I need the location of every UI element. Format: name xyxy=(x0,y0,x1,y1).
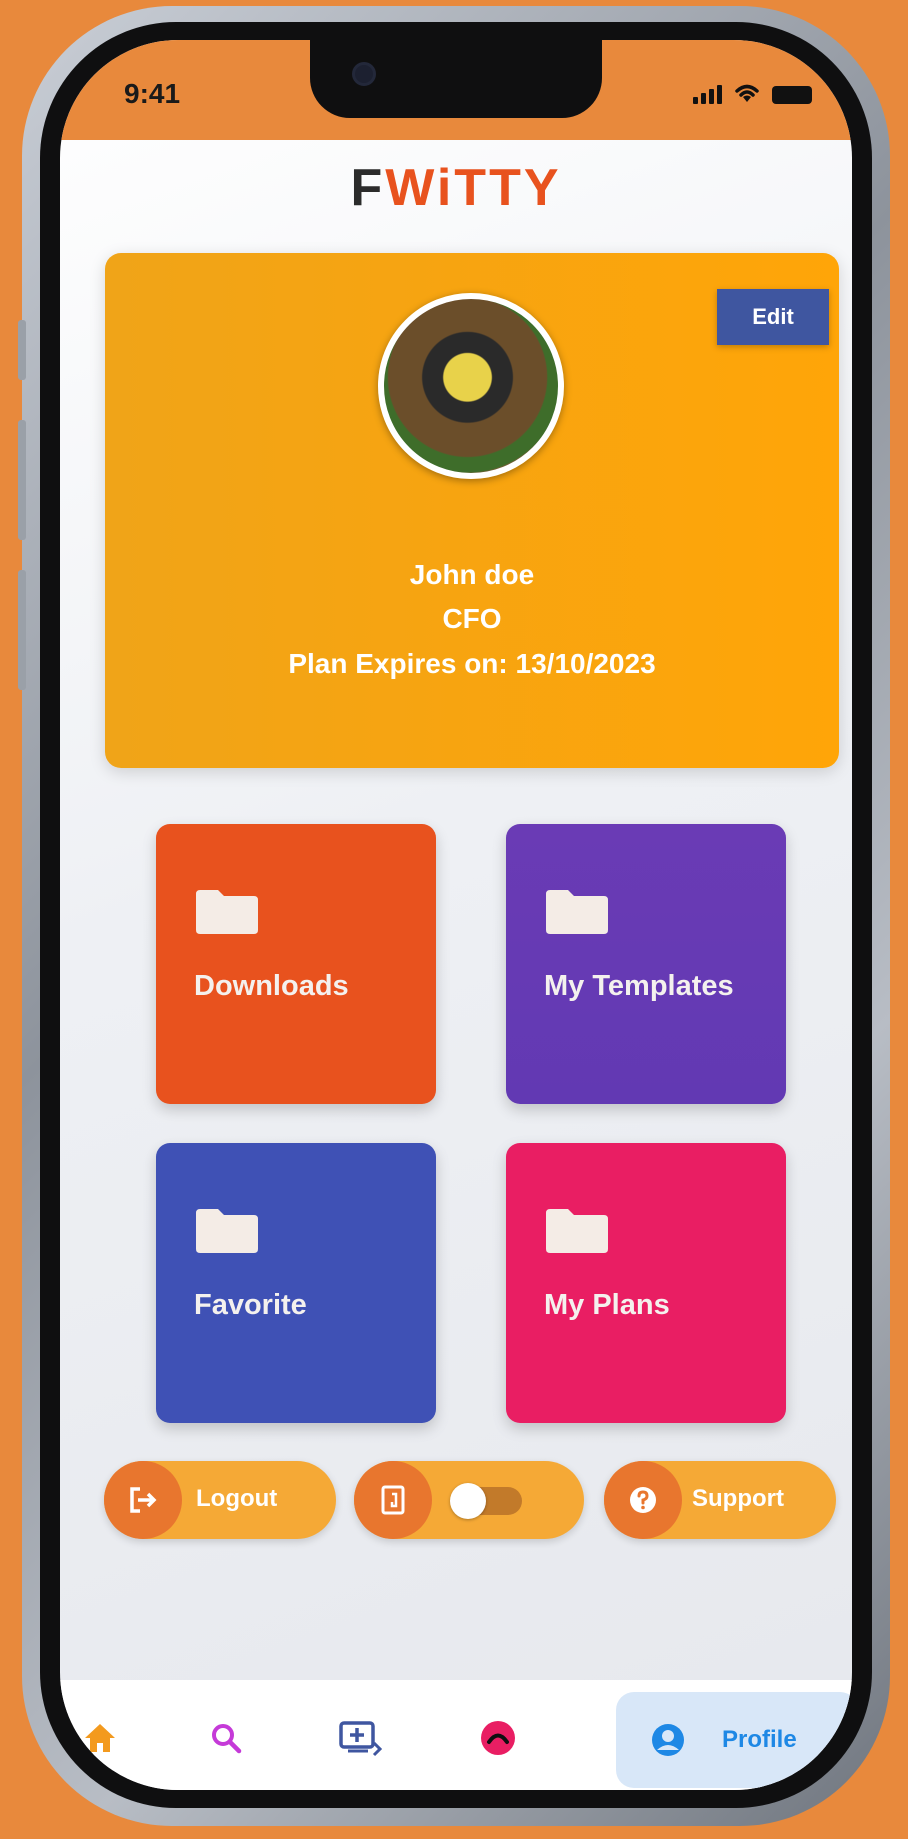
phone-mode-icon xyxy=(381,1485,405,1515)
volume-up-button xyxy=(18,420,26,540)
toggle-knob xyxy=(450,1483,486,1519)
logout-button[interactable]: Logout xyxy=(104,1461,336,1539)
profile-icon xyxy=(652,1724,684,1756)
nav-profile[interactable]: Profile xyxy=(616,1692,852,1788)
tile-label: My Plans xyxy=(544,1289,670,1321)
profile-card: Edit John doe CFO Plan Expires on: 13/10… xyxy=(105,253,839,768)
tile-label: Downloads xyxy=(194,970,349,1002)
nav-home[interactable] xyxy=(70,1708,130,1768)
nav-plans[interactable] xyxy=(468,1708,528,1768)
support-button[interactable]: Support xyxy=(604,1461,836,1539)
folder-icon xyxy=(546,1209,608,1253)
tile-label: My Templates xyxy=(544,970,734,1002)
status-time: 9:41 xyxy=(124,78,181,109)
folder-icon xyxy=(546,890,608,934)
status-icons xyxy=(693,82,812,104)
theme-toggle-switch[interactable] xyxy=(450,1483,522,1519)
tile-my-plans[interactable]: My Plans xyxy=(506,1143,786,1423)
bottom-nav: Profile xyxy=(60,1680,852,1790)
support-icon-circle xyxy=(604,1461,682,1539)
screen: 9:41 FWiTTY Edit John doe CFO Plan Expir… xyxy=(60,40,852,1790)
notch xyxy=(310,40,602,118)
signal-icon xyxy=(693,85,722,104)
profile-name: John doe xyxy=(409,559,535,590)
profile-role: CFO xyxy=(442,603,502,634)
wifi-icon xyxy=(735,84,759,102)
tile-label: Favorite xyxy=(194,1289,307,1321)
app-logo: FWiTTY xyxy=(60,158,852,218)
volume-down-button xyxy=(18,570,26,690)
tile-my-templates[interactable]: My Templates xyxy=(506,824,786,1104)
logo-letter-f: F xyxy=(350,159,386,217)
nav-profile-label: Profile xyxy=(722,1726,797,1753)
camera-icon xyxy=(352,62,376,86)
logout-icon xyxy=(130,1487,157,1513)
templates-icon xyxy=(339,1721,382,1757)
folder-icon xyxy=(196,1209,258,1253)
tile-favorite[interactable]: Favorite xyxy=(156,1143,436,1423)
logout-label: Logout xyxy=(196,1485,278,1512)
nav-search[interactable] xyxy=(196,1708,256,1768)
tile-downloads[interactable]: Downloads xyxy=(156,824,436,1104)
plan-expiry: Plan Expires on: 13/10/2023 xyxy=(288,648,656,679)
theme-toggle-pill[interactable] xyxy=(354,1461,584,1539)
avatar[interactable] xyxy=(378,293,564,479)
status-bar: 9:41 xyxy=(60,40,852,140)
theme-icon-circle xyxy=(354,1461,432,1539)
folder-icon xyxy=(196,890,258,934)
search-icon xyxy=(212,1724,242,1754)
logo-rest: WiTTY xyxy=(385,159,562,217)
help-icon xyxy=(630,1487,656,1513)
edit-profile-button[interactable]: Edit xyxy=(717,289,829,345)
nav-templates[interactable] xyxy=(330,1708,390,1768)
logout-icon-circle xyxy=(104,1461,182,1539)
mute-switch xyxy=(18,320,26,380)
home-icon xyxy=(85,1724,115,1752)
plans-icon xyxy=(481,1721,515,1755)
support-label: Support xyxy=(692,1485,784,1512)
battery-icon xyxy=(772,86,812,104)
